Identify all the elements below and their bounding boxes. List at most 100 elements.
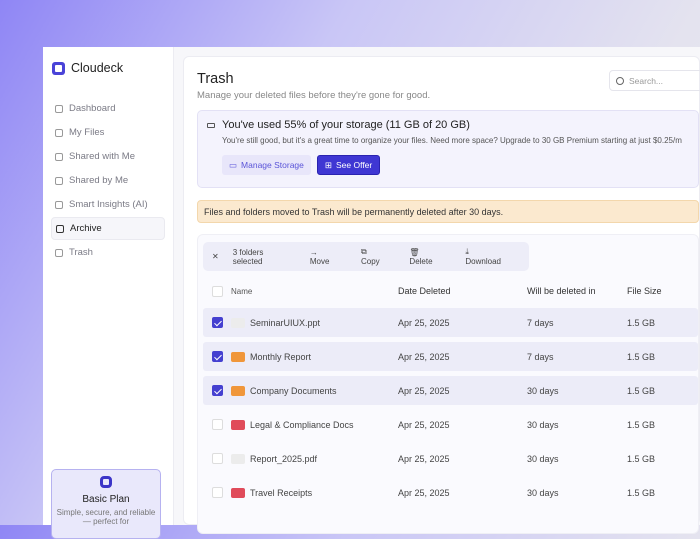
sidebar-nav: Dashboard My Files Shared with Me Shared… <box>51 97 165 264</box>
file-size: 1.5 GB <box>627 454 655 464</box>
sidebar-item-smart-insights[interactable]: Smart Insights (AI) <box>51 193 165 216</box>
sidebar-item-trash[interactable]: Trash <box>51 241 165 264</box>
label: Manage Storage <box>241 160 304 170</box>
column-name[interactable]: Name <box>231 287 252 296</box>
home-icon <box>55 105 63 113</box>
storage-banner: You've used 55% of your storage (11 GB o… <box>197 110 699 188</box>
folder-icon <box>231 420 245 430</box>
table-row[interactable]: Company DocumentsApr 25, 202530 days1.5 … <box>203 376 698 405</box>
move-button[interactable]: → Move <box>310 248 347 266</box>
column-file-size[interactable]: File Size <box>627 286 662 296</box>
column-deleted-in[interactable]: Will be deleted in <box>527 286 596 296</box>
storage-title: You've used 55% of your storage (11 GB o… <box>222 119 698 131</box>
plan-card[interactable]: Basic Plan Simple, secure, and reliable —… <box>51 469 161 539</box>
search-input[interactable]: Search... <box>609 70 700 91</box>
date-deleted: Apr 25, 2025 <box>398 386 450 396</box>
files-icon <box>55 129 63 137</box>
date-deleted: Apr 25, 2025 <box>398 420 450 430</box>
folder-icon <box>231 352 245 362</box>
file-list: ✕ 3 folders selected → Move ⧉ Copy 🗑 Del… <box>197 234 699 534</box>
copy-button[interactable]: ⧉ Copy <box>361 247 395 266</box>
select-all-checkbox[interactable] <box>212 286 223 297</box>
plan-desc: Simple, secure, and reliable — perfect f… <box>52 508 160 526</box>
brand-name: Cloudeck <box>71 61 123 75</box>
row-checkbox[interactable] <box>212 351 223 362</box>
file-name: Legal & Compliance Docs <box>250 420 354 430</box>
label: Copy <box>361 257 380 266</box>
file-size: 1.5 GB <box>627 318 655 328</box>
download-button[interactable]: ⤓ Download <box>465 247 515 266</box>
row-checkbox[interactable] <box>212 453 223 464</box>
page-subtitle: Manage your deleted files before they're… <box>197 90 699 101</box>
label: Download <box>465 257 501 266</box>
label: Smart Insights (AI) <box>69 199 148 210</box>
date-deleted: Apr 25, 2025 <box>398 352 450 362</box>
label: Archive <box>70 223 102 234</box>
file-name: Monthly Report <box>250 352 311 362</box>
date-deleted: Apr 25, 2025 <box>398 318 450 328</box>
sidebar-item-my-files[interactable]: My Files <box>51 121 165 144</box>
table-row[interactable]: Monthly ReportApr 25, 20257 days1.5 GB <box>203 342 698 371</box>
date-deleted: Apr 25, 2025 <box>398 488 450 498</box>
plan-title: Basic Plan <box>52 494 160 505</box>
date-deleted: Apr 25, 2025 <box>398 454 450 464</box>
hard-drive-icon <box>207 123 215 128</box>
table-row[interactable]: SeminarUIUX.pptApr 25, 20257 days1.5 GB <box>203 308 698 337</box>
file-shared-icon <box>55 153 63 161</box>
label: Shared with Me <box>69 151 135 162</box>
file-size: 1.5 GB <box>627 488 655 498</box>
file-icon <box>231 454 245 464</box>
label: Delete <box>409 257 432 266</box>
sidebar-item-dashboard[interactable]: Dashboard <box>51 97 165 120</box>
label: Move <box>310 257 330 266</box>
see-offer-button[interactable]: ⊞ See Offer <box>317 155 380 175</box>
column-date-deleted[interactable]: Date Deleted <box>398 286 451 296</box>
table-row[interactable]: Legal & Compliance Docs Apr 25, 2025 30 da… <box>203 410 698 439</box>
storage-desc: You're still good, but it's a great time… <box>222 136 698 145</box>
file-name: Travel Receipts <box>250 488 312 498</box>
file-size: 1.5 GB <box>627 420 655 430</box>
sidebar-item-shared-by-me[interactable]: Shared by Me <box>51 169 165 192</box>
plan-icon <box>100 476 112 488</box>
table-row[interactable]: Travel Receipts Apr 25, 2025 30 days 1.5 GB <box>203 478 698 507</box>
sidebar-item-archive[interactable]: Archive <box>51 217 165 240</box>
deleted-in: 7 days <box>527 318 554 328</box>
sidebar-item-shared-with-me[interactable]: Shared with Me <box>51 145 165 168</box>
close-icon[interactable]: ✕ <box>212 252 219 261</box>
deleted-in: 30 days <box>527 454 559 464</box>
file-name: Company Documents <box>250 386 337 396</box>
deleted-in: 30 days <box>527 488 559 498</box>
sidebar: Cloudeck Dashboard My Files Shared with … <box>43 47 174 525</box>
row-checkbox[interactable] <box>212 419 223 430</box>
deleted-in: 30 days <box>527 420 559 430</box>
bulk-action-bar: ✕ 3 folders selected → Move ⧉ Copy 🗑 Del… <box>203 242 529 271</box>
folder-settings-icon: ▭ <box>229 160 237 171</box>
delete-button[interactable]: 🗑 Delete <box>409 248 451 266</box>
brand[interactable]: Cloudeck <box>52 61 165 75</box>
selection-count: 3 folders selected <box>233 248 286 266</box>
file-icon <box>231 318 245 328</box>
file-name: Report_2025.pdf <box>250 454 317 464</box>
gift-icon: ⊞ <box>325 160 332 171</box>
label: My Files <box>69 127 104 138</box>
manage-storage-button[interactable]: ▭ Manage Storage <box>222 155 311 175</box>
label: See Offer <box>336 160 372 170</box>
trash-warning: Files and folders moved to Trash will be… <box>197 200 699 223</box>
label: Shared by Me <box>69 175 128 186</box>
deleted-in: 7 days <box>527 352 554 362</box>
archive-icon <box>56 225 64 233</box>
table-row[interactable]: Report_2025.pdf Apr 25, 2025 30 days 1.5 GB <box>203 444 698 473</box>
content-card: Trash Manage your deleted files before t… <box>183 56 700 525</box>
row-checkbox[interactable] <box>212 385 223 396</box>
table-header: Name Date Deleted Will be deleted in Fil… <box>203 279 698 303</box>
row-checkbox[interactable] <box>212 487 223 498</box>
row-checkbox[interactable] <box>212 317 223 328</box>
label: Trash <box>69 247 93 258</box>
folder-icon <box>231 488 245 498</box>
trash-icon <box>55 249 63 257</box>
folder-icon <box>231 386 245 396</box>
app-window: Cloudeck Dashboard My Files Shared with … <box>43 47 700 525</box>
label: Dashboard <box>69 103 115 114</box>
logo-icon <box>52 62 65 75</box>
file-shared-icon <box>55 177 63 185</box>
